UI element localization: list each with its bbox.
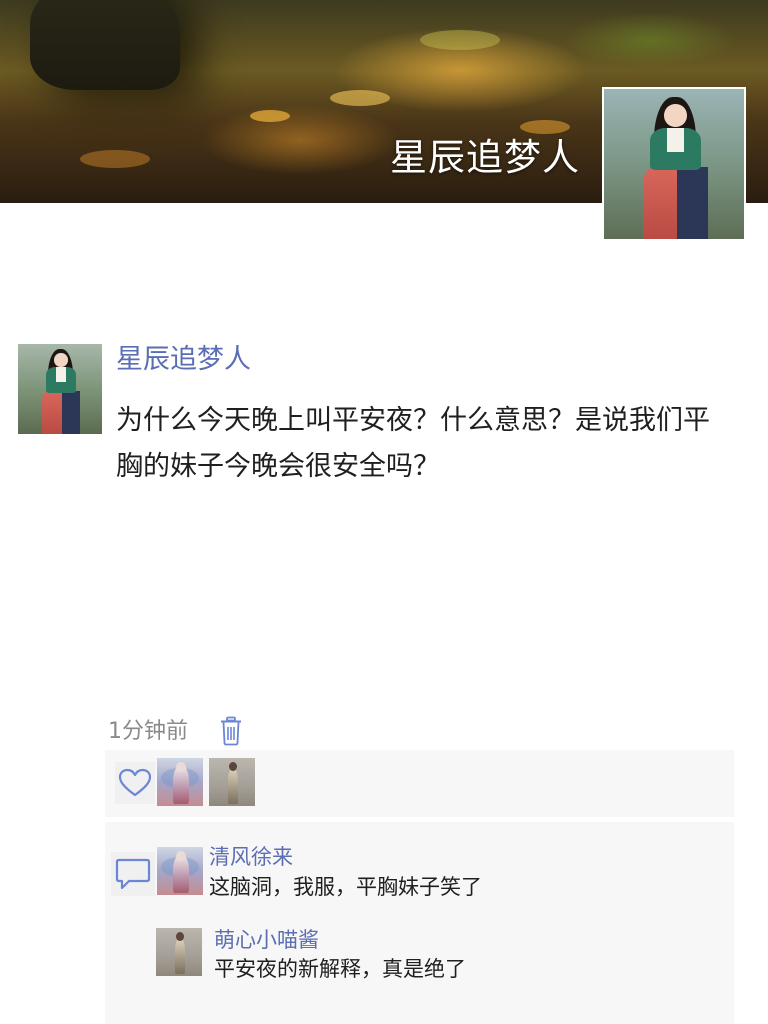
- comment-author[interactable]: 萌心小喵酱: [214, 925, 319, 955]
- figure-body: [175, 940, 185, 974]
- trash-icon-svg: [221, 716, 241, 746]
- hanbok-portrait: [604, 89, 744, 239]
- likes-panel: [105, 750, 734, 817]
- skirt-panel: [676, 167, 708, 239]
- leaf: [420, 30, 500, 50]
- comment-bubble-icon[interactable]: [111, 852, 155, 896]
- comment-icon-svg: [115, 858, 151, 890]
- face: [664, 104, 687, 127]
- liker-avatar[interactable]: [209, 758, 255, 806]
- comments-panel: 清风徐来 这脑洞，我服，平胸妹子笑了 萌心小喵酱 平安夜的新解释，真是绝了: [105, 822, 734, 1024]
- profile-avatar[interactable]: [602, 87, 746, 241]
- skirt-panel: [61, 390, 81, 434]
- post-timestamp: 1分钟前: [108, 719, 188, 744]
- collar: [55, 367, 66, 382]
- face: [54, 353, 68, 367]
- figure-head: [176, 851, 186, 861]
- comment-text: 这脑洞，我服，平胸妹子笑了: [209, 875, 482, 899]
- profile-name: 星辰追梦人: [390, 136, 580, 179]
- tree-trunk: [30, 0, 180, 90]
- post-content: 为什么今天晚上叫平安夜？什么意思？是说我们平胸的妹子今晚会很安全吗？: [116, 405, 710, 482]
- heart-icon-svg: [118, 768, 152, 797]
- leaf: [250, 110, 290, 122]
- figure-head: [176, 762, 186, 772]
- post-author-name[interactable]: 星辰追梦人: [116, 340, 251, 380]
- collar: [667, 128, 684, 152]
- figure-body: [228, 770, 238, 804]
- comment-text: 平安夜的新解释，真是绝了: [214, 957, 466, 981]
- hanbok-portrait: [18, 344, 102, 434]
- leaf: [520, 120, 570, 134]
- leaf: [330, 90, 390, 106]
- liker-avatar[interactable]: [157, 758, 203, 806]
- figure-head: [229, 762, 237, 771]
- commenter-avatar[interactable]: [156, 928, 202, 976]
- leaf: [80, 150, 150, 168]
- post-author-avatar[interactable]: [18, 344, 102, 434]
- trash-icon[interactable]: [220, 716, 242, 746]
- figure-head: [176, 932, 184, 941]
- commenter-avatar[interactable]: [157, 847, 203, 895]
- heart-icon[interactable]: [115, 762, 155, 804]
- comment-author[interactable]: 清风徐来: [209, 842, 293, 872]
